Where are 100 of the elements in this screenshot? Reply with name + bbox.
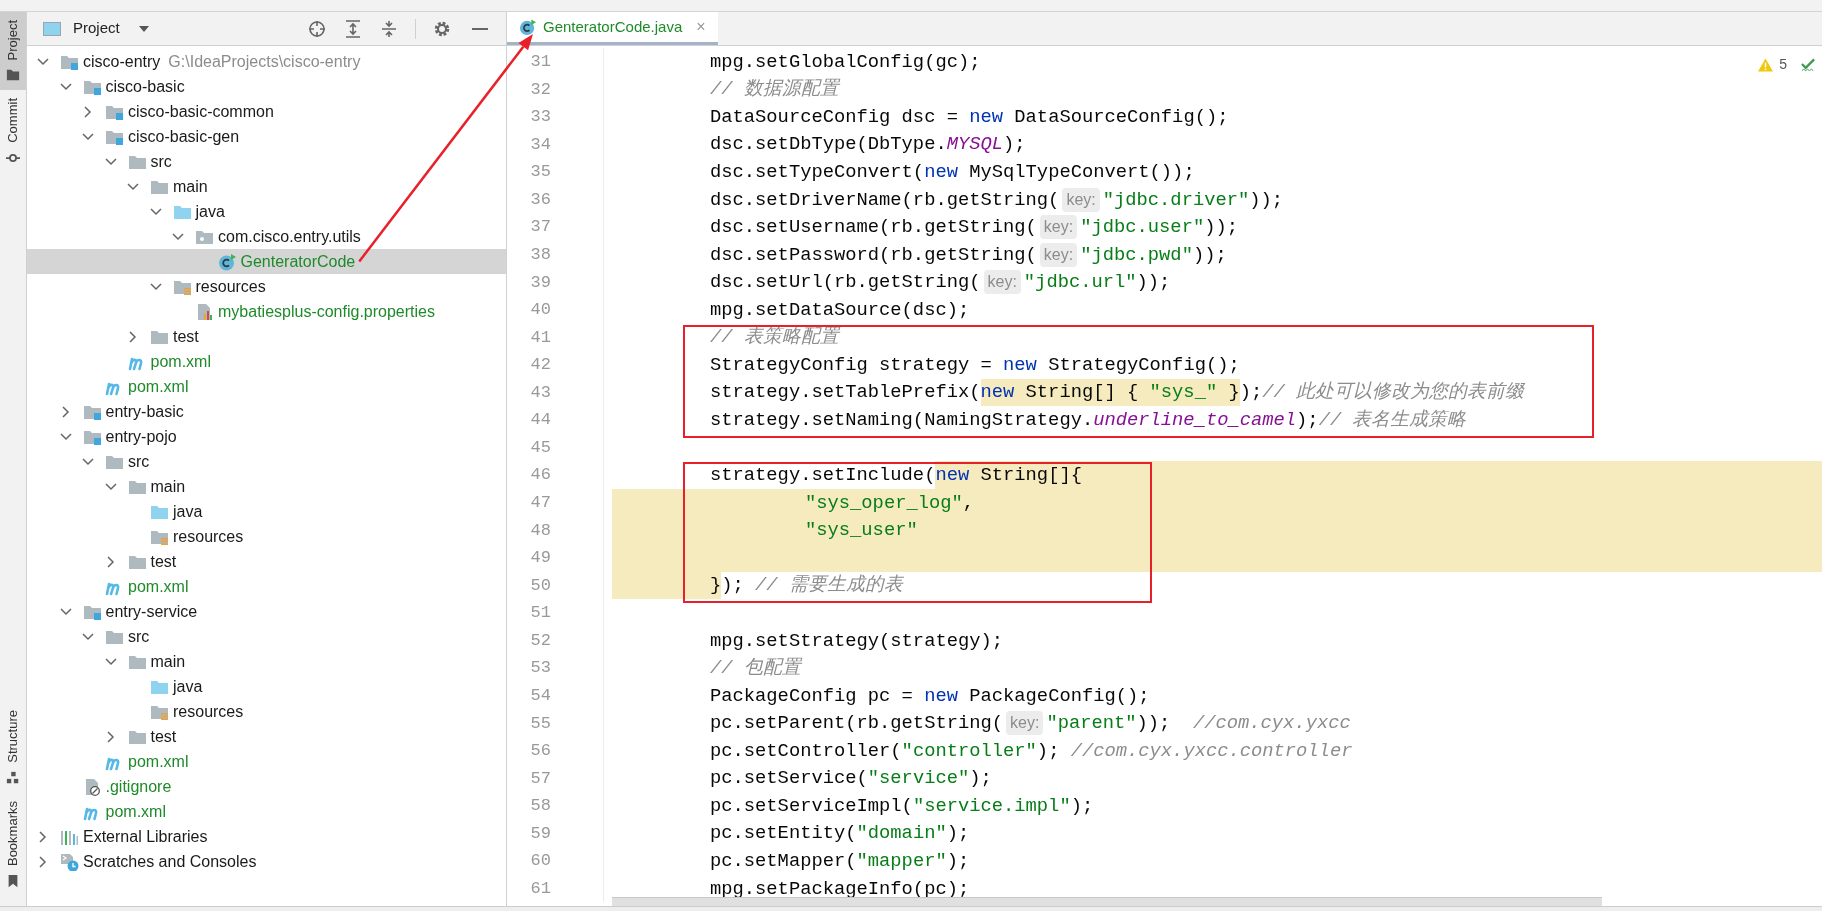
warning-icon (1758, 57, 1774, 72)
check-icon (1801, 57, 1816, 72)
tree-item[interactable]: main (27, 649, 506, 674)
line-number: 51 (530, 602, 551, 625)
tree-item[interactable]: main (27, 174, 506, 199)
bookmark-icon (6, 874, 20, 888)
line-number: 56 (530, 740, 551, 763)
expand-all-icon (344, 19, 362, 38)
line-number: 45 (530, 436, 551, 459)
code-line: PackageConfig pc = new PackageConfig(); (710, 683, 1150, 709)
line-number: 38 (530, 243, 551, 266)
line-number: 32 (530, 78, 551, 101)
tree-item[interactable]: pom.xml (27, 799, 506, 824)
line-number: 50 (530, 574, 551, 597)
line-number: 40 (530, 299, 551, 322)
tree-item[interactable]: test (27, 324, 506, 349)
code-line: pc.setController("controller"); //com.cyx.yxcc.controller (710, 738, 1353, 764)
tree-item[interactable]: pom.xml (27, 574, 506, 599)
tree-item[interactable]: cisco-basic (27, 74, 506, 99)
code-line: // 表策略配置 (710, 325, 839, 351)
tree-item[interactable]: src (27, 149, 506, 174)
code-line: mpg.setStrategy(strategy); (710, 628, 1004, 654)
tool-window-tab[interactable]: Project (0, 12, 26, 91)
horizontal-scrollbar[interactable] (612, 897, 1602, 906)
tree-item[interactable]: pom.xml (27, 374, 506, 399)
line-number: 34 (530, 133, 551, 156)
line-number: 44 (530, 409, 551, 432)
tree-item[interactable]: External Libraries (27, 824, 506, 849)
class-icon (217, 252, 237, 271)
code-line: dsc.setDriverName(rb.getString( key: "jdbc.driver")); (710, 186, 1284, 214)
line-number: 49 (530, 547, 551, 570)
code-line: // 包配置 (710, 656, 801, 682)
tree-item[interactable]: entry-basic (27, 399, 506, 424)
tree-item[interactable]: pom.xml (27, 349, 506, 374)
folder-icon (6, 68, 20, 83)
tree-item[interactable]: resources (27, 699, 506, 724)
tree-item[interactable]: test (27, 724, 506, 749)
tree-item[interactable]: entry-pojo (27, 424, 506, 449)
line-number: 42 (530, 354, 551, 377)
tree-item[interactable]: resources (27, 524, 506, 549)
code-line: pc.setServiceImpl("service.impl"); (710, 793, 1094, 819)
tool-window-tab[interactable]: Structure (0, 702, 26, 793)
tree-item[interactable]: test (27, 549, 506, 574)
tree-item[interactable]: mybatiesplus-config.properties (27, 299, 506, 324)
line-number: 39 (530, 271, 551, 294)
tree-item[interactable]: java (27, 499, 506, 524)
properties-file-icon (195, 302, 214, 321)
code-line: mpg.setPackageInfo(pc); (710, 876, 970, 902)
tree-item[interactable]: .gitignore (27, 774, 506, 799)
tree-item[interactable]: entry-service (27, 599, 506, 624)
tool-window-tab[interactable]: Bookmarks (0, 792, 26, 896)
tree-item[interactable]: pom.xml (27, 749, 506, 774)
locate-icon (308, 19, 326, 38)
settings-icon (433, 19, 451, 38)
tree-item[interactable]: java (27, 674, 506, 699)
line-number: 53 (530, 657, 551, 680)
code-line: strategy.setInclude(new String[]{ (710, 461, 1082, 489)
tree-item[interactable]: src (27, 624, 506, 649)
line-number: 58 (530, 795, 551, 818)
line-number: 43 (530, 381, 551, 404)
line-number: 37 (530, 216, 551, 239)
tree-item[interactable]: resources (27, 274, 506, 299)
line-number: 41 (530, 326, 551, 349)
line-number: 54 (530, 684, 551, 707)
tool-window-tab[interactable]: Commit (0, 90, 26, 174)
code-line: strategy.setNaming(NamingStrategy.underline_to_camel);// 表名生成策略 (710, 408, 1467, 433)
tree-item[interactable]: Scratches and Consoles (27, 849, 506, 874)
code-line: dsc.setTypeConvert(new MySqlTypeConvert()); (710, 159, 1195, 185)
code-line: // 数据源配置 (710, 77, 839, 103)
tree-item[interactable]: java (27, 199, 506, 224)
code-line: pc.setMapper("mapper"); (710, 849, 970, 874)
tree-item[interactable]: src (27, 449, 506, 474)
line-number: 61 (530, 877, 551, 900)
structure-icon (6, 770, 20, 785)
line-number: 48 (530, 519, 551, 542)
warning-count: 5 (1779, 55, 1787, 74)
tree-item[interactable]: main (27, 474, 506, 499)
code-line: pc.setService("service"); (710, 766, 992, 792)
code-line: pc.setEntity("domain"); (710, 821, 970, 847)
line-number: 55 (530, 712, 551, 735)
editor-tab[interactable]: GenteratorCode.java × (507, 12, 718, 45)
line-number: 33 (530, 106, 551, 129)
tree-item[interactable]: cisco-basic-common (27, 99, 506, 124)
code-line: dsc.setUsername(rb.getString( key: "jdbc.user")); (710, 214, 1238, 241)
code-line: }); // 需要生成的表 (710, 571, 903, 600)
tree-item[interactable]: cisco-entry G:\IdeaProjects\cisco-entry (27, 49, 506, 74)
tree-item[interactable]: cisco-basic-gen (27, 124, 506, 149)
line-number: 59 (530, 822, 551, 845)
collapse-all-icon (380, 19, 398, 38)
code-line: "sys_user" (805, 518, 918, 544)
line-number: 31 (530, 51, 551, 74)
line-number: 36 (530, 188, 551, 211)
line-number: 57 (530, 767, 551, 790)
code-line: dsc.setPassword(rb.getString( key: "jdbc.pwd")); (710, 241, 1227, 269)
tree-item[interactable]: com.cisco.entry.utils (27, 224, 506, 249)
code-line: mpg.setGlobalConfig(gc); (710, 49, 981, 75)
code-line: dsc.setUrl(rb.getString( key: "jdbc.url")); (710, 269, 1171, 297)
dropdown-caret-icon (137, 24, 150, 33)
line-number: 47 (530, 492, 551, 515)
code-line: StrategyConfig strategy = new StrategyConfig(); (710, 352, 1240, 378)
